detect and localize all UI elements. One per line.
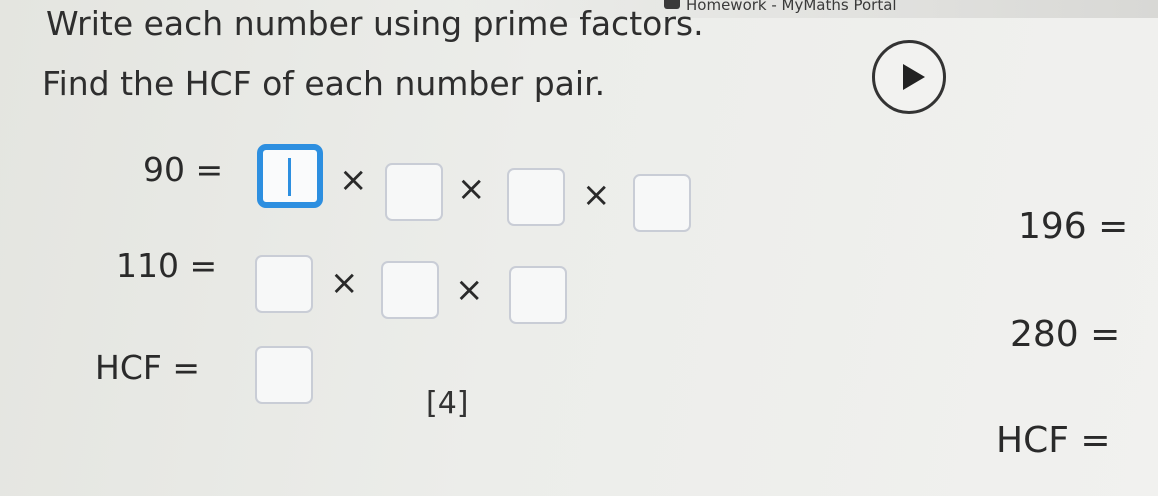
times-sign: ×	[339, 160, 368, 200]
answer-box-110-1[interactable]	[255, 255, 313, 313]
times-sign: ×	[582, 175, 611, 215]
header-title: Homework - MyMaths Portal	[686, 0, 897, 14]
label-hcf-right: HCF =	[996, 420, 1111, 461]
answer-box-hcf-left[interactable]	[255, 346, 313, 404]
answer-box-110-3[interactable]	[509, 266, 567, 324]
play-button[interactable]	[872, 40, 946, 114]
answer-box-90-3[interactable]	[507, 168, 565, 226]
play-icon	[903, 64, 925, 90]
times-sign: ×	[330, 263, 359, 303]
answer-box-110-2[interactable]	[381, 261, 439, 319]
text-caret	[288, 158, 291, 196]
label-hcf-left: HCF =	[95, 348, 200, 387]
label-280: 280 =	[1010, 314, 1121, 355]
times-sign: ×	[457, 169, 486, 209]
label-90: 90 =	[143, 150, 224, 189]
marks-label: [4]	[426, 386, 469, 421]
times-sign: ×	[455, 270, 484, 310]
answer-box-90-1[interactable]	[257, 144, 323, 208]
instruction-line-1: Write each number using prime factors.	[46, 4, 704, 43]
label-196: 196 =	[1018, 206, 1129, 247]
answer-box-90-4[interactable]	[633, 174, 691, 232]
instruction-line-2: Find the HCF of each number pair.	[42, 64, 606, 103]
label-110: 110 =	[116, 246, 218, 285]
answer-box-90-2[interactable]	[385, 163, 443, 221]
